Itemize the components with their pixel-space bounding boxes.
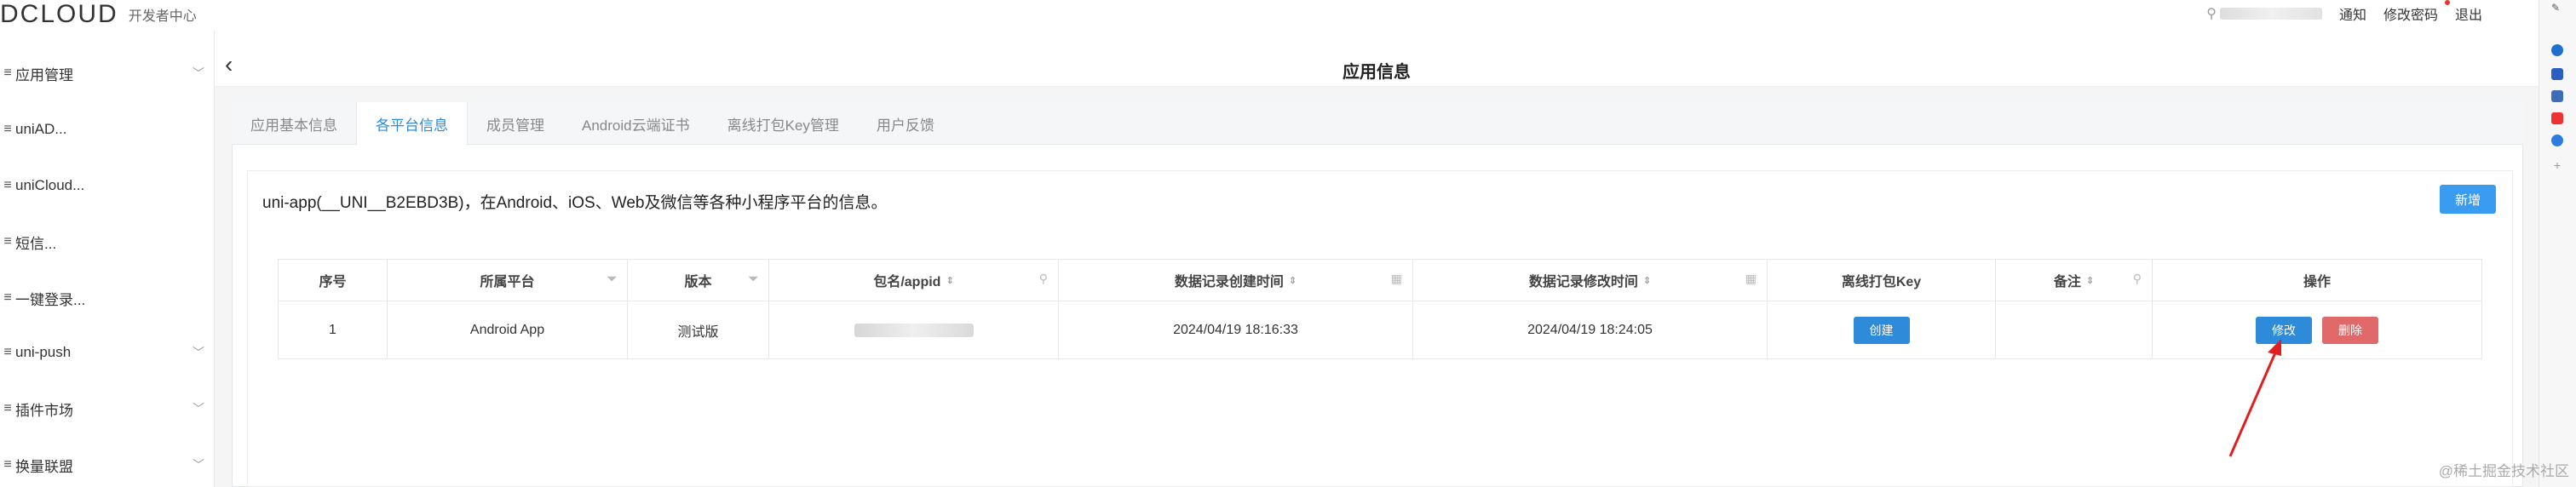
delete-button[interactable]: 删除 xyxy=(2322,316,2378,344)
add-icon[interactable]: + xyxy=(2551,158,2563,172)
menu-icon: ≡ xyxy=(3,457,12,472)
app-description: uni-app(__UNI__B2EBD3B)，在Android、iOS、Web… xyxy=(262,194,888,212)
menu-icon: ≡ xyxy=(3,66,12,80)
sidebar-item-label: uniAD... xyxy=(15,121,67,137)
row-modified: 2024/04/19 18:24:05 xyxy=(1412,301,1767,358)
right-toolbar: ✎ + xyxy=(2539,0,2576,487)
edit-button[interactable]: 修改 xyxy=(2256,316,2312,344)
menu-icon: ≡ xyxy=(3,178,12,192)
translate-icon[interactable] xyxy=(2551,68,2563,80)
search-icon[interactable]: ⚲ xyxy=(1039,272,1048,286)
search-icon[interactable]: ⚲ xyxy=(2133,272,2142,286)
calendar-icon[interactable]: ▦ xyxy=(1745,272,1757,286)
tab-platform-info[interactable]: 各平台信息 xyxy=(356,102,468,145)
tab-feedback[interactable]: 用户反馈 xyxy=(858,102,953,145)
sidebar-item-unicloud[interactable]: ≡ uniCloud... xyxy=(0,169,215,203)
col-platform[interactable]: 所属平台 ⏷ xyxy=(387,260,627,301)
chevron-down-icon: ﹀ xyxy=(193,402,204,415)
col-modified[interactable]: 数据记录修改时间 ⇕ ▦ xyxy=(1412,260,1767,301)
row-remark xyxy=(1995,301,2152,358)
chevron-down-icon: ﹀ xyxy=(193,346,204,359)
create-key-button[interactable]: 创建 xyxy=(1853,316,1910,344)
chevron-down-icon: ﹀ xyxy=(193,458,204,472)
chevron-down-icon: ﹀ xyxy=(193,66,204,80)
page-header: 应用信息 ‹ xyxy=(215,49,2539,87)
header-links: ⚲ 通知 修改密码 退出 xyxy=(2206,3,2482,24)
add-button[interactable]: 新增 xyxy=(2440,185,2496,214)
sidebar-item-traffic-alliance[interactable]: ≡ 换量联盟 ﹀ xyxy=(0,448,215,482)
menu-icon: ≡ xyxy=(3,345,12,359)
sidebar-item-label: 插件市场 xyxy=(15,402,73,419)
col-offline-key: 离线打包Key xyxy=(1767,260,1995,301)
col-actions: 操作 xyxy=(2152,260,2482,301)
row-actions: 修改 删除 xyxy=(2152,301,2482,358)
logout-link[interactable]: 退出 xyxy=(2455,3,2482,24)
menu-icon: ≡ xyxy=(3,401,12,415)
user-account[interactable]: ⚲ xyxy=(2206,5,2322,22)
menu-icon: ≡ xyxy=(3,234,12,249)
sort-icon[interactable]: ⇕ xyxy=(1289,275,1297,286)
top-header: DCLOUD 开发者中心 ⚲ 通知 修改密码 退出 xyxy=(0,0,2539,31)
tab-members[interactable]: 成员管理 xyxy=(468,102,563,145)
table-header: 序号 所属平台 ⏷ 版本 ⏷ 包名/appid ⇕ ⚲ 数据记录创建时间 ⇕ ▦ 数据记录修… xyxy=(278,259,2482,301)
sidebar-item-label: uni-push xyxy=(15,344,72,360)
logo-subtitle: 开发者中心 xyxy=(128,9,197,24)
video-icon[interactable] xyxy=(2551,112,2563,124)
sidebar-item-label: 换量联盟 xyxy=(15,458,73,475)
sidebar-item-uni-push[interactable]: ≡ uni-push ﹀ xyxy=(0,335,215,370)
row-created: 2024/04/19 18:16:33 xyxy=(1058,301,1412,358)
menu-icon: ≡ xyxy=(3,290,12,305)
notifications-link[interactable]: 通知 xyxy=(2339,3,2366,24)
sidebar-item-uniad[interactable]: ≡ uniAD... xyxy=(0,112,215,146)
sidebar-item-one-click-login[interactable]: ≡ 一键登录... xyxy=(0,281,215,315)
sidebar-item-label: 短信... xyxy=(15,235,57,252)
col-index: 序号 xyxy=(278,260,387,301)
sidebar: ≡ 应用管理 ﹀ ≡ uniAD... ≡ uniCloud... ≡ 短信..… xyxy=(0,31,215,487)
sort-icon[interactable]: ⇕ xyxy=(946,275,953,286)
tab-offline-key[interactable]: 离线打包Key管理 xyxy=(709,102,858,145)
search-tool-icon[interactable] xyxy=(2551,44,2563,56)
col-version[interactable]: 版本 ⏷ xyxy=(627,260,768,301)
sidebar-item-sms[interactable]: ≡ 短信... xyxy=(0,225,215,259)
calendar-icon[interactable]: ▦ xyxy=(1391,272,1402,286)
user-search-icon: ⚲ xyxy=(2206,7,2217,21)
row-platform: Android App xyxy=(387,301,627,358)
col-remark[interactable]: 备注 ⇕ ⚲ xyxy=(1995,260,2152,301)
menu-icon: ≡ xyxy=(3,122,12,136)
filter-icon[interactable]: ⏷ xyxy=(607,272,617,286)
dcloud-logo[interactable]: DCLOUD 开发者中心 xyxy=(0,0,197,28)
logo-text: DCLOUD xyxy=(0,0,118,28)
tab-android-cert[interactable]: Android云端证书 xyxy=(563,102,709,145)
tool-icon[interactable] xyxy=(2551,90,2563,102)
sidebar-item-label: 应用管理 xyxy=(15,66,73,83)
table-row: 1 Android App 测试版 2024/04/19 18:16:33 20… xyxy=(278,301,2482,359)
sidebar-item-label: 一键登录... xyxy=(15,291,86,308)
page-title: 应用信息 xyxy=(1343,63,1411,82)
pen-icon[interactable]: ✎ xyxy=(2551,2,2563,14)
row-version: 测试版 xyxy=(627,301,768,358)
tab-bar: 应用基本信息 各平台信息 成员管理 Android云端证书 离线打包Key管理 … xyxy=(232,102,2523,145)
watermark: @稀土掘金技术社区 xyxy=(2438,463,2569,479)
sidebar-item-label: uniCloud... xyxy=(15,177,85,193)
col-appid[interactable]: 包名/appid ⇕ ⚲ xyxy=(768,260,1058,301)
change-password-link[interactable]: 修改密码 xyxy=(2383,3,2438,24)
sidebar-item-app-management[interactable]: ≡ 应用管理 ﹀ xyxy=(0,56,215,90)
sidebar-item-plugin-market[interactable]: ≡ 插件市场 ﹀ xyxy=(0,392,215,426)
info-icon[interactable] xyxy=(2551,135,2563,146)
blurred-appid xyxy=(854,323,974,337)
sort-icon[interactable]: ⇕ xyxy=(2086,275,2094,286)
notification-dot xyxy=(2445,0,2450,5)
row-index: 1 xyxy=(278,301,387,358)
blurred-username xyxy=(2219,8,2322,20)
row-appid xyxy=(768,301,1058,358)
tab-basic-info[interactable]: 应用基本信息 xyxy=(232,102,356,145)
row-offline-key: 创建 xyxy=(1767,301,1995,358)
col-created[interactable]: 数据记录创建时间 ⇕ ▦ xyxy=(1058,260,1412,301)
filter-icon[interactable]: ⏷ xyxy=(749,272,758,286)
back-arrow-icon[interactable]: ‹ xyxy=(225,51,233,78)
sort-icon[interactable]: ⇕ xyxy=(1643,275,1651,286)
platform-table: 序号 所属平台 ⏷ 版本 ⏷ 包名/appid ⇕ ⚲ 数据记录创建时间 ⇕ ▦ 数据记录修… xyxy=(278,259,2482,359)
